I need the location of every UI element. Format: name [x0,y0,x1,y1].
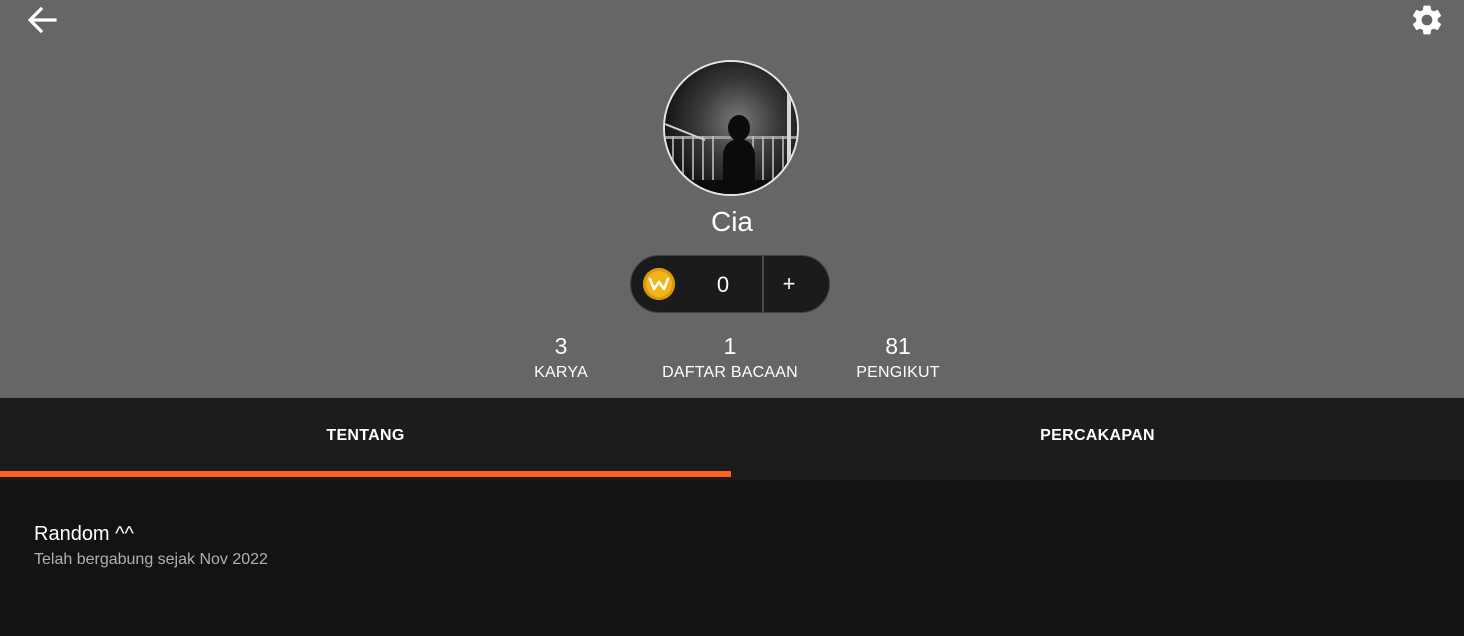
joined-date: Telah bergabung sejak Nov 2022 [34,551,268,568]
gear-icon [1412,5,1442,35]
stat-works-label: KARYA [534,364,588,381]
active-tab-indicator [0,471,731,477]
add-coins-button[interactable]: + [764,256,814,312]
arrow-left-icon [27,6,57,34]
about-section: Random ^^ Telah bergabung sejak Nov 2022 [34,520,268,571]
stat-followers-label: PENGIKUT [856,364,940,381]
profile-header: Cia 0 + 3 KARYA 1 DAFTAR BACAAN 81 PENGI… [0,0,1464,398]
coin-count: 0 [716,272,730,297]
tab-about-label: TENTANG [326,427,405,444]
wattpad-coin-icon [643,268,675,300]
tab-about[interactable]: TENTANG [0,398,731,480]
tab-conversations-label: PERCAKAPAN [1040,427,1155,444]
stat-followers[interactable]: 81 PENGIKUT [838,332,958,384]
stat-reading-lists[interactable]: 1 DAFTAR BACAAN [650,332,810,384]
avatar[interactable] [663,60,799,196]
coin-balance[interactable]: 0 + [630,255,830,313]
profile-tabs: TENTANG PERCAKAPAN [0,398,1464,480]
stat-reading-lists-label: DAFTAR BACAAN [662,364,798,381]
stat-reading-lists-value: 1 [723,333,737,359]
back-button[interactable] [24,2,60,38]
bio-text: Random ^^ [34,523,134,545]
tab-conversations[interactable]: PERCAKAPAN [731,398,1464,480]
settings-button[interactable] [1406,0,1448,40]
stat-works-value: 3 [554,333,568,359]
username: Cia [710,206,753,237]
avatar-photo [665,62,797,194]
stat-works[interactable]: 3 KARYA [511,332,611,384]
stat-followers-value: 81 [885,333,911,359]
